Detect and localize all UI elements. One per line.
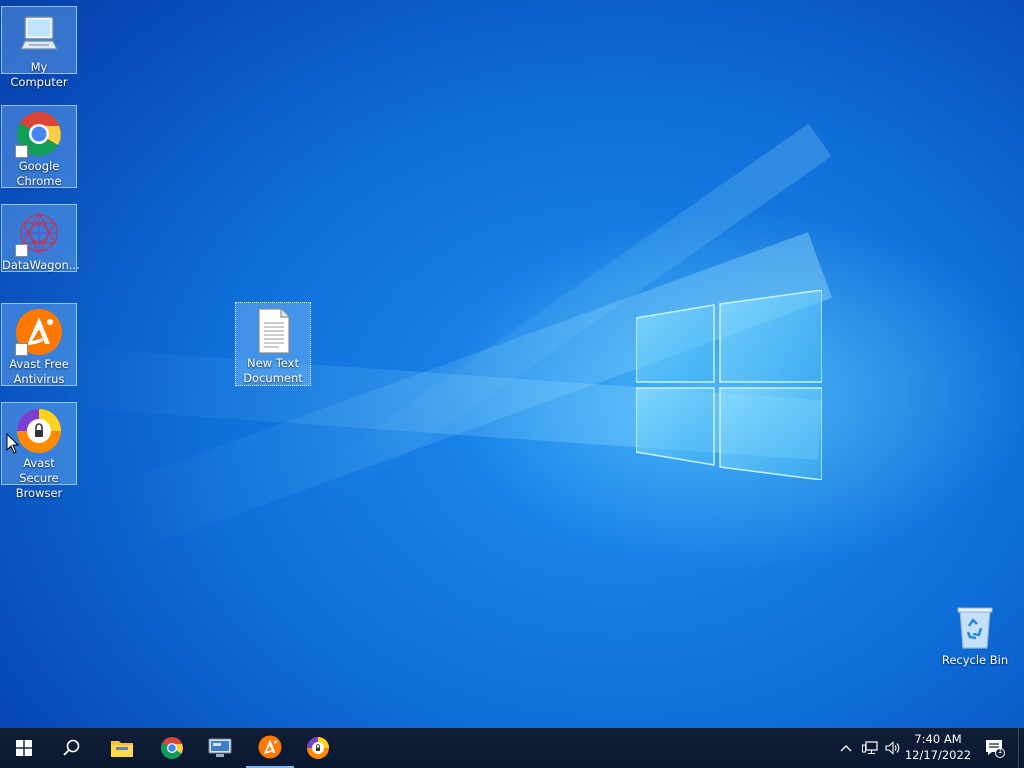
taskbar-datawagon-remote[interactable] (196, 728, 244, 768)
chrome-icon (161, 737, 183, 759)
shortcut-arrow-icon (15, 343, 28, 356)
desktop-icon-my-computer[interactable]: My Computer (1, 6, 77, 89)
avast-secure-browser-icon (15, 407, 63, 455)
volume-tray-button[interactable] (883, 738, 903, 758)
desktop-icon-label: Recycle Bin (941, 653, 1009, 667)
desktop-icon-label: New Text Document (243, 356, 303, 385)
avast-antivirus-icon (258, 735, 282, 759)
action-center-button[interactable]: 1 (982, 738, 1008, 758)
avast-secure-browser-icon (307, 737, 329, 759)
search-icon (63, 739, 80, 756)
taskbar-avast-antivirus[interactable] (246, 728, 294, 768)
desktop-icon-label: Google Chrome (16, 159, 62, 188)
computer-icon (15, 11, 63, 59)
datawagon-remote-icon (208, 738, 232, 757)
show-hidden-icons-button[interactable] (836, 738, 856, 758)
mouse-cursor-icon (6, 433, 20, 454)
shortcut-arrow-icon (15, 145, 28, 158)
desktop-icon-label: DataWagon... (2, 258, 80, 272)
desktop-icon-datawagon[interactable]: DataWagon... (1, 204, 80, 272)
volume-icon (885, 741, 900, 755)
desktop-icon-label: Avast Secure Browser (15, 456, 63, 500)
windows-wallpaper-logo (636, 290, 822, 480)
chrome-icon (15, 110, 63, 158)
chevron-up-icon (840, 745, 852, 752)
desktop-icon-label: Avast Free Antivirus (9, 357, 69, 386)
show-desktop-button[interactable] (1018, 728, 1024, 768)
windows-start-icon (16, 740, 32, 756)
avast-antivirus-icon (15, 308, 63, 356)
desktop-icon-avast-free-antivirus[interactable]: Avast Free Antivirus (1, 303, 77, 386)
taskbar-file-explorer[interactable] (98, 728, 146, 768)
file-explorer-icon (111, 741, 133, 757)
desktop[interactable]: My Computer Google Chrome DataWagon... A… (0, 0, 1024, 728)
taskbar-clock[interactable]: 7:40 AM 12/17/2022 (902, 731, 974, 763)
clock-date: 12/17/2022 (904, 748, 972, 762)
text-document-icon (249, 307, 297, 355)
desktop-icon-new-text-document[interactable]: New Text Document (235, 302, 311, 386)
shortcut-arrow-icon (15, 244, 28, 257)
desktop-icon-recycle-bin[interactable]: Recycle Bin (937, 600, 1013, 670)
search-button[interactable] (48, 728, 96, 768)
datawagon-icon (15, 209, 63, 257)
clock-time: 7:40 AM (914, 732, 962, 746)
start-button[interactable] (0, 728, 48, 768)
desktop-icon-google-chrome[interactable]: Google Chrome (1, 105, 77, 188)
desktop-icon-label: My Computer (10, 60, 68, 89)
taskbar: 7:40 AM 12/17/2022 1 (0, 728, 1024, 768)
notification-count-badge: 1 (997, 746, 1003, 755)
network-tray-button[interactable] (860, 738, 880, 758)
taskbar-chrome[interactable] (148, 728, 196, 768)
recycle-bin-icon (951, 604, 999, 652)
taskbar-avast-secure-browser[interactable] (294, 728, 342, 768)
network-icon (862, 741, 878, 754)
